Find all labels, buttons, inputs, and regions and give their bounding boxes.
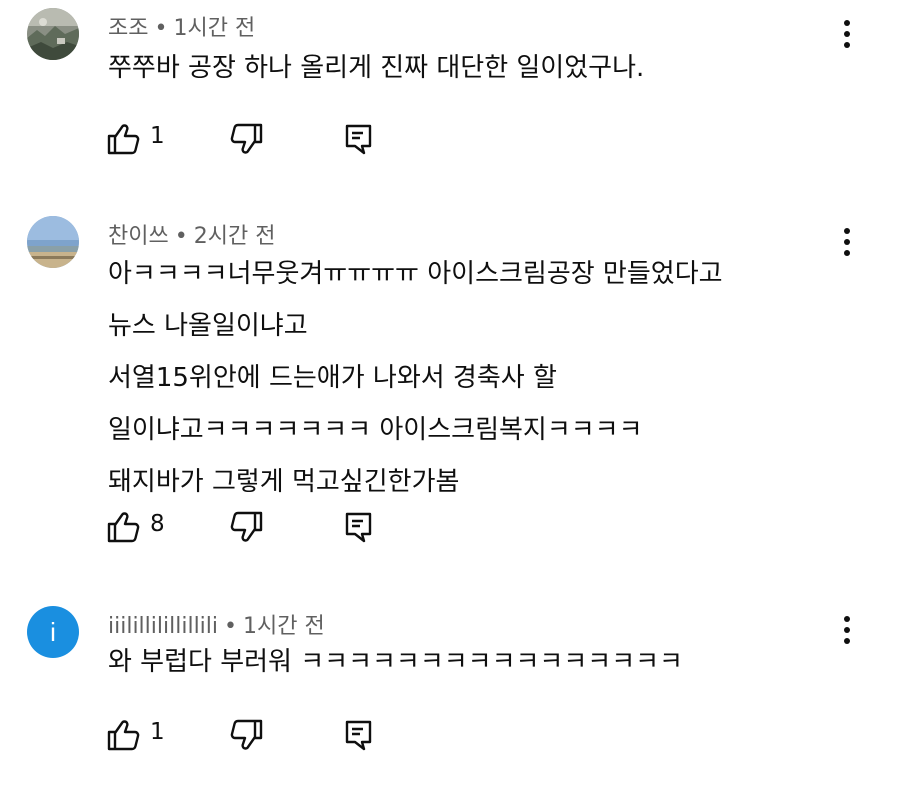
avatar[interactable]: i — [27, 606, 79, 658]
comment-text-line: 와 부럽다 부러워 ㅋㅋㅋㅋㅋㅋㅋㅋㅋㅋㅋㅋㅋㅋㅋㅋ — [108, 647, 683, 677]
separator-dot: • — [154, 16, 168, 41]
thumbs-down-icon — [230, 719, 263, 750]
comment-meta: 조조 • 1시간 전 — [108, 10, 255, 42]
dislike-button[interactable] — [230, 122, 266, 156]
thumbs-up-icon — [107, 124, 140, 155]
comment-text-line: 쭈쭈바 공장 하나 올리게 진짜 대단한 일이었구나. — [108, 53, 645, 83]
dislike-button[interactable] — [230, 510, 266, 544]
like-button[interactable]: 1 — [106, 122, 176, 156]
more-vert-icon[interactable] — [833, 610, 861, 650]
thumbs-up-icon — [107, 512, 140, 543]
comment-text-line: 돼지바가 그렇게 먹고싶긴한가봄 — [108, 467, 460, 497]
avatar-landscape-icon — [27, 216, 79, 268]
like-count: 8 — [150, 511, 165, 537]
like-button[interactable]: 8 — [106, 510, 176, 544]
comment-text-line: 뉴스 나올일이냐고 — [108, 311, 308, 341]
comment-text-line: 아ㅋㅋㅋㅋ너무웃겨ㅠㅠㅠㅠ 아이스크림공장 만들었다고 — [108, 259, 723, 289]
reply-icon — [345, 512, 372, 543]
reply-button[interactable] — [342, 510, 378, 544]
avatar-letter: i — [27, 606, 79, 658]
comment-text: 쭈쭈바 공장 하나 올리게 진짜 대단한 일이었구나. — [108, 42, 644, 94]
like-count: 1 — [150, 719, 165, 745]
more-vert-icon[interactable] — [833, 14, 861, 54]
dislike-button[interactable] — [230, 718, 266, 752]
comment-time[interactable]: 1시간 전 — [173, 16, 255, 41]
thumbs-down-icon — [230, 123, 263, 154]
author-name[interactable]: 찬이쓰 — [108, 224, 169, 249]
avatar[interactable] — [27, 216, 79, 268]
comment-text: 아ㅋㅋㅋㅋ너무웃겨ㅠㅠㅠㅠ 아이스크림공장 만들었다고 뉴스 나올일이냐고 서열… — [108, 248, 723, 508]
comment-time[interactable]: 2시간 전 — [194, 224, 276, 249]
comment-meta: 찬이쓰 • 2시간 전 — [108, 218, 275, 250]
reply-button[interactable] — [342, 718, 378, 752]
reply-button[interactable] — [342, 122, 378, 156]
like-count: 1 — [150, 123, 165, 149]
author-name[interactable]: 조조 — [108, 16, 148, 41]
like-button[interactable]: 1 — [106, 718, 176, 752]
comment-text-line: 일이냐고ㅋㅋㅋㅋㅋㅋㅋ 아이스크림복지ㅋㅋㅋㅋ — [108, 415, 643, 445]
reply-icon — [345, 124, 372, 155]
reply-icon — [345, 720, 372, 751]
comment-text-line: 서열15위안에 드는애가 나와서 경축사 할 — [108, 363, 557, 393]
more-vert-icon[interactable] — [833, 222, 861, 262]
thumbs-up-icon — [107, 720, 140, 751]
avatar-photo-icon — [27, 8, 79, 60]
separator-dot: • — [174, 224, 188, 249]
thumbs-down-icon — [230, 511, 263, 542]
avatar[interactable] — [27, 8, 79, 60]
comment-text: 와 부럽다 부러워 ㅋㅋㅋㅋㅋㅋㅋㅋㅋㅋㅋㅋㅋㅋㅋㅋ — [108, 636, 683, 688]
